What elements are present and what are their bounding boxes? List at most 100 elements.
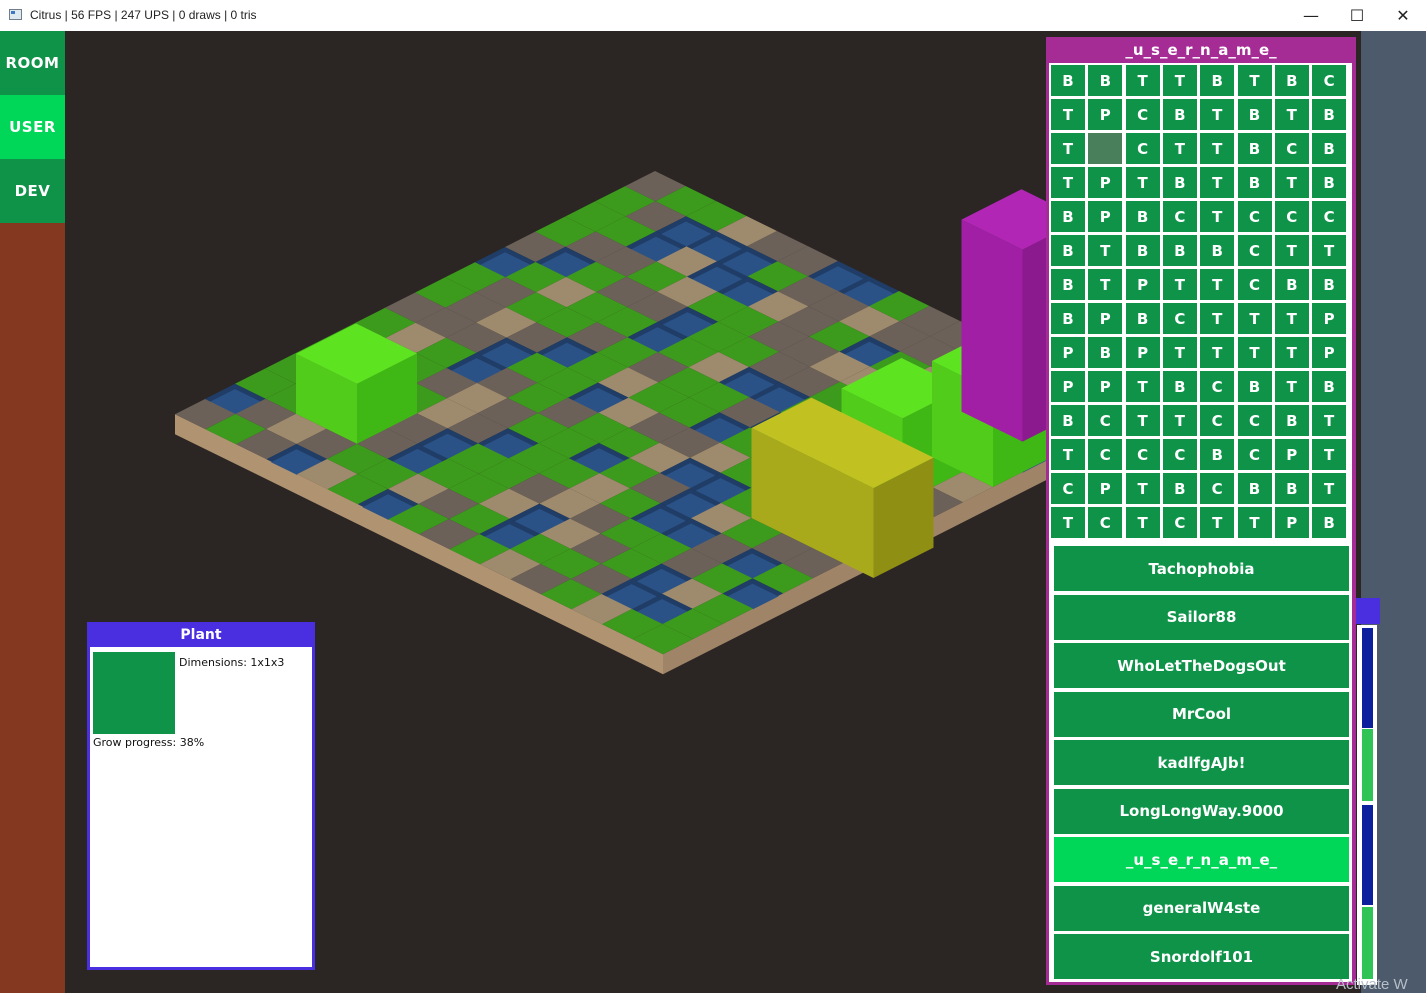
plant-grid-cell[interactable]: T <box>1200 337 1235 368</box>
plant-grid-cell[interactable]: C <box>1200 473 1235 504</box>
plant-grid-cell[interactable]: T <box>1312 439 1347 470</box>
plant-grid-cell[interactable]: T <box>1125 405 1160 436</box>
plant-grid-cell[interactable]: C <box>1162 507 1197 538</box>
plant-grid-cell[interactable]: T <box>1051 167 1085 198</box>
plant-grid-cell[interactable]: T <box>1125 65 1160 96</box>
plant-grid-cell[interactable]: T <box>1125 371 1160 402</box>
plant-grid-cell[interactable]: T <box>1162 337 1197 368</box>
room-tab[interactable]: ROOM <box>0 31 65 95</box>
plant-grid-cell[interactable]: C <box>1274 133 1309 164</box>
plant-grid-cell[interactable]: B <box>1312 371 1347 402</box>
plant-grid-cell[interactable]: C <box>1051 473 1085 504</box>
plant-grid-cell[interactable]: C <box>1088 405 1123 436</box>
plant-grid-cell[interactable]: B <box>1200 235 1235 266</box>
plant-grid-cell[interactable]: P <box>1088 473 1123 504</box>
plant-grid-cell[interactable]: B <box>1125 303 1160 334</box>
plant-grid-cell[interactable]: C <box>1200 405 1235 436</box>
user-list-item[interactable]: Snordolf101 <box>1054 934 1349 979</box>
plant-grid-cell[interactable]: B <box>1274 65 1309 96</box>
plant-grid-cell[interactable]: B <box>1051 235 1085 266</box>
plant-grid-cell[interactable]: B <box>1088 337 1123 368</box>
plant-grid-cell[interactable]: T <box>1162 405 1197 436</box>
plant-grid-cell[interactable]: T <box>1237 507 1272 538</box>
plant-grid-cell[interactable]: B <box>1312 133 1347 164</box>
user-list-item[interactable]: LongLongWay.9000 <box>1054 788 1349 834</box>
plant-grid-cell[interactable]: T <box>1200 507 1235 538</box>
user-list-item[interactable]: Tachophobia <box>1054 546 1349 591</box>
plant-grid-cell[interactable]: C <box>1088 439 1123 470</box>
scroll-panel-tab[interactable] <box>1354 598 1380 624</box>
plant-grid-cell[interactable]: C <box>1125 99 1160 130</box>
plant-grid-cell[interactable]: P <box>1051 371 1085 402</box>
plant-grid-cell[interactable]: T <box>1051 133 1085 164</box>
plant-grid-cell[interactable]: T <box>1200 303 1235 334</box>
plant-grid-cell[interactable]: B <box>1237 371 1272 402</box>
plant-grid-cell[interactable]: T <box>1200 269 1235 300</box>
plant-grid-cell[interactable] <box>1088 133 1123 164</box>
plant-grid-cell[interactable]: C <box>1237 269 1272 300</box>
plant-grid-cell[interactable]: T <box>1162 65 1197 96</box>
plant-grid-cell[interactable]: B <box>1237 99 1272 130</box>
plant-grid-cell[interactable]: T <box>1312 473 1347 504</box>
plant-grid-cell[interactable]: C <box>1237 439 1272 470</box>
plant-grid-cell[interactable]: C <box>1162 439 1197 470</box>
plant-grid-cell[interactable]: C <box>1237 405 1272 436</box>
user-list-item[interactable]: _u_s_e_r_n_a_m_e_ <box>1054 837 1349 882</box>
plant-grid-cell[interactable]: T <box>1274 371 1309 402</box>
plant-grid-cell[interactable]: P <box>1125 269 1160 300</box>
user-list-item[interactable]: WhoLetTheDogsOut <box>1054 643 1349 688</box>
plant-grid-cell[interactable]: C <box>1312 201 1347 232</box>
plant-grid-cell[interactable]: B <box>1162 371 1197 402</box>
plant-grid-cell[interactable]: C <box>1162 201 1197 232</box>
plant-grid-cell[interactable]: B <box>1051 405 1085 436</box>
plant-grid-cell[interactable]: B <box>1312 507 1347 538</box>
minimize-button[interactable]: — <box>1288 0 1334 31</box>
plant-grid-cell[interactable]: C <box>1237 235 1272 266</box>
plant-grid-cell[interactable]: B <box>1088 65 1123 96</box>
plant-grid-cell[interactable]: B <box>1162 235 1197 266</box>
maximize-button[interactable]: ☐ <box>1334 0 1380 31</box>
user-list-item[interactable]: generalW4ste <box>1054 885 1349 931</box>
plant-grid-cell[interactable]: B <box>1200 65 1235 96</box>
plant-grid-cell[interactable]: B <box>1274 269 1309 300</box>
plant-grid-cell[interactable]: P <box>1088 371 1123 402</box>
plant-grid-cell[interactable]: T <box>1200 99 1235 130</box>
plant-grid-cell[interactable]: B <box>1051 303 1085 334</box>
plant-grid-cell[interactable]: B <box>1274 473 1309 504</box>
plant-grid-cell[interactable]: T <box>1125 507 1160 538</box>
plant-grid-cell[interactable]: B <box>1312 269 1347 300</box>
plant-grid-cell[interactable]: P <box>1088 167 1123 198</box>
plant-grid-cell[interactable]: T <box>1200 167 1235 198</box>
plant-grid-cell[interactable]: T <box>1162 133 1197 164</box>
plant-grid-cell[interactable]: P <box>1088 201 1123 232</box>
plant-grid-cell[interactable]: B <box>1162 99 1197 130</box>
plant-grid-cell[interactable]: B <box>1312 167 1347 198</box>
plant-grid-cell[interactable]: C <box>1125 133 1160 164</box>
plant-grid-cell[interactable]: T <box>1200 133 1235 164</box>
plant-grid-cell[interactable]: T <box>1312 235 1347 266</box>
plant-grid-cell[interactable]: B <box>1051 269 1085 300</box>
close-button[interactable]: ✕ <box>1380 0 1426 31</box>
plant-grid-cell[interactable]: T <box>1274 99 1309 130</box>
plant-grid-cell[interactable]: C <box>1312 65 1347 96</box>
plant-grid-cell[interactable]: B <box>1162 473 1197 504</box>
plant-grid-cell[interactable]: B <box>1237 133 1272 164</box>
plant-grid-cell[interactable]: B <box>1237 167 1272 198</box>
plant-grid-cell[interactable]: T <box>1274 303 1309 334</box>
plant-grid-cell[interactable]: T <box>1051 439 1085 470</box>
user-list-item[interactable]: MrCool <box>1054 691 1349 737</box>
plant-grid-cell[interactable]: P <box>1312 337 1347 368</box>
plant-grid-cell[interactable]: B <box>1200 439 1235 470</box>
dev-tab[interactable]: DEV <box>0 159 65 223</box>
plant-grid-cell[interactable]: T <box>1200 201 1235 232</box>
user-list-item[interactable]: Sailor88 <box>1054 594 1349 640</box>
plant-grid-cell[interactable]: B <box>1237 473 1272 504</box>
plant-grid-cell[interactable]: P <box>1274 507 1309 538</box>
plant-grid-cell[interactable]: P <box>1088 99 1123 130</box>
plant-grid-cell[interactable]: P <box>1088 303 1123 334</box>
plant-grid-cell[interactable]: B <box>1051 65 1085 96</box>
plant-grid-cell[interactable]: P <box>1051 337 1085 368</box>
user-list-item[interactable]: kadlfgAJb! <box>1054 740 1349 785</box>
plant-grid-cell[interactable]: C <box>1125 439 1160 470</box>
plant-grid-cell[interactable]: P <box>1312 303 1347 334</box>
